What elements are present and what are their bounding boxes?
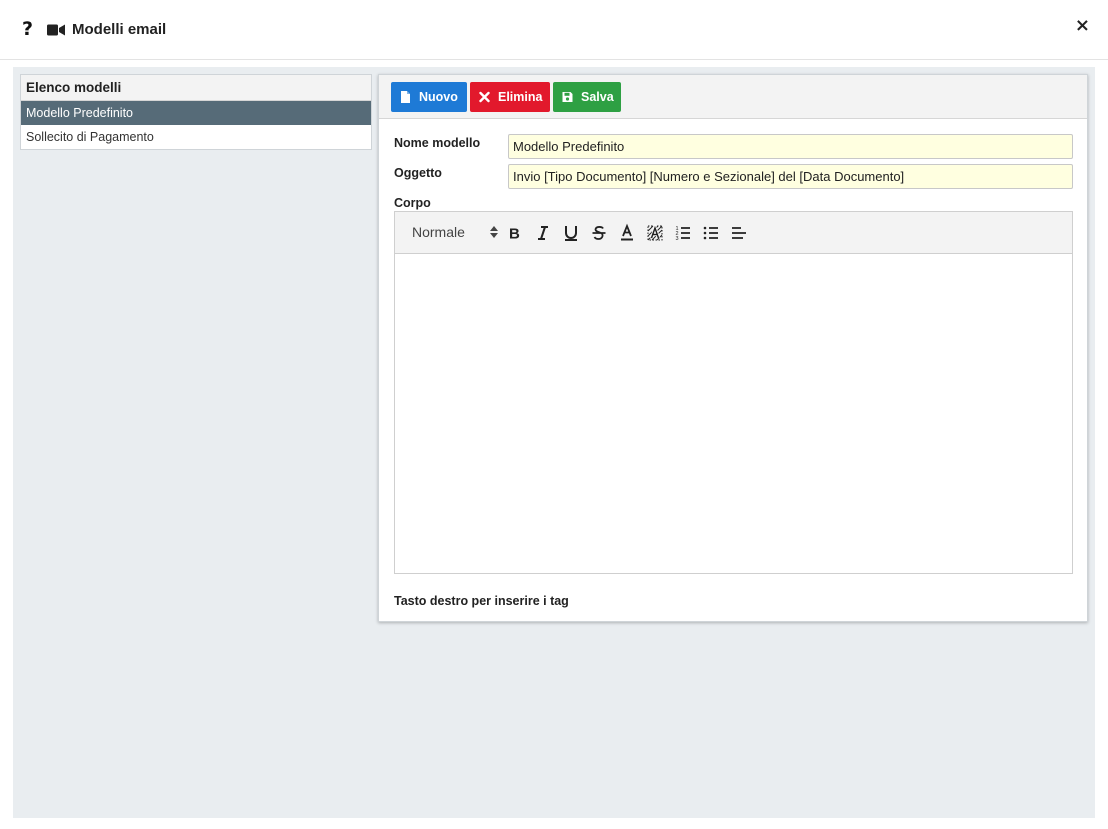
bullet-list-icon[interactable] bbox=[701, 223, 721, 243]
strikethrough-icon[interactable] bbox=[589, 223, 609, 243]
format-select-value: Normale bbox=[412, 224, 465, 240]
editor-toolbar: Normale B 1 2 3 bbox=[395, 212, 1072, 254]
name-field[interactable] bbox=[508, 134, 1073, 159]
svg-text:B: B bbox=[509, 226, 520, 243]
save-floppy-icon bbox=[562, 92, 573, 102]
body-rich-text-editor: Normale B 1 2 3 bbox=[394, 211, 1073, 574]
video-camera-icon[interactable] bbox=[47, 24, 65, 36]
action-toolbar: Nuovo Elimina Salva bbox=[379, 75, 1087, 119]
subject-field-label: Oggetto bbox=[394, 166, 442, 180]
select-arrows-icon bbox=[490, 226, 498, 238]
delete-button[interactable]: Elimina bbox=[470, 82, 550, 112]
dialog-title: Modelli email bbox=[72, 21, 167, 38]
workspace: Elenco modelli Modello Predefinito Solle… bbox=[13, 67, 1095, 818]
template-list: Elenco modelli Modello Predefinito Solle… bbox=[20, 74, 372, 150]
new-button-label: Nuovo bbox=[419, 90, 458, 104]
editor-body[interactable] bbox=[395, 254, 1072, 573]
new-file-icon bbox=[401, 91, 410, 103]
template-item-sollecito-pagamento[interactable]: Sollecito di Pagamento bbox=[21, 125, 371, 149]
new-button[interactable]: Nuovo bbox=[391, 82, 467, 112]
bold-icon[interactable]: B bbox=[505, 223, 525, 243]
underline-icon[interactable] bbox=[561, 223, 581, 243]
italic-icon[interactable] bbox=[533, 223, 553, 243]
delete-x-icon bbox=[479, 91, 490, 103]
delete-button-label: Elimina bbox=[498, 90, 543, 104]
template-list-heading: Elenco modelli bbox=[21, 75, 371, 101]
dialog-header: ? Modelli email × bbox=[0, 0, 1108, 60]
align-left-icon[interactable] bbox=[729, 223, 749, 243]
svg-text:3: 3 bbox=[676, 236, 679, 242]
format-select[interactable]: Normale bbox=[412, 224, 498, 242]
tag-hint: Tasto destro per inserire i tag bbox=[394, 594, 569, 608]
save-button-label: Salva bbox=[581, 90, 614, 104]
subject-field[interactable] bbox=[508, 164, 1073, 189]
template-item-modello-predefinito[interactable]: Modello Predefinito bbox=[21, 101, 371, 125]
save-button[interactable]: Salva bbox=[553, 82, 621, 112]
help-icon[interactable]: ? bbox=[22, 18, 33, 40]
template-editor-panel: Nuovo Elimina Salva Nome modello Oggetto bbox=[378, 74, 1088, 622]
background-color-icon[interactable] bbox=[645, 223, 665, 243]
name-field-label: Nome modello bbox=[394, 136, 481, 150]
text-color-icon[interactable] bbox=[617, 223, 637, 243]
ordered-list-icon[interactable]: 1 2 3 bbox=[673, 223, 693, 243]
body-field-label: Corpo bbox=[394, 196, 431, 210]
close-icon[interactable]: × bbox=[1075, 15, 1090, 36]
